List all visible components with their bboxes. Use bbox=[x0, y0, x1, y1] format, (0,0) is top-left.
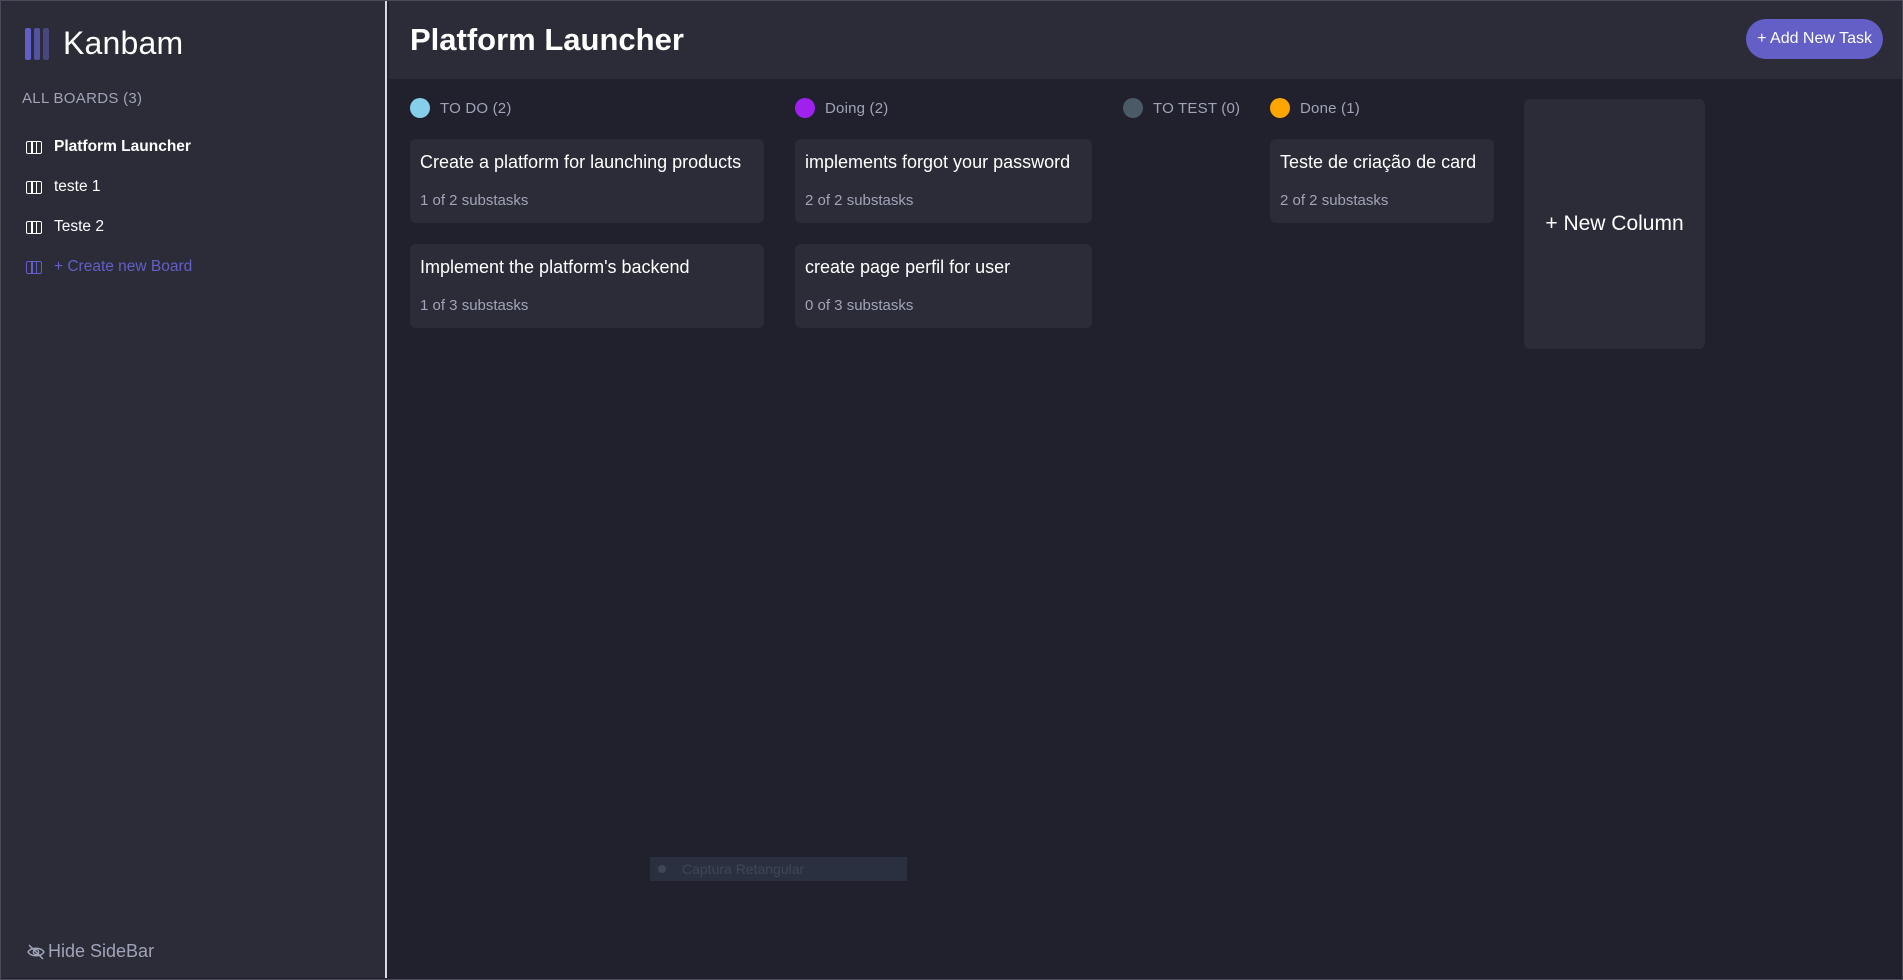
column-color-dot bbox=[1123, 98, 1143, 118]
task-subtasks: 2 of 2 substasks bbox=[805, 192, 914, 209]
column-todo: TO DO (2) Create a platform for launchin… bbox=[410, 98, 764, 328]
column-header: TO DO (2) bbox=[410, 98, 764, 118]
create-board-label: + Create new Board bbox=[54, 258, 193, 275]
column-color-dot bbox=[1270, 98, 1290, 118]
add-new-task-button[interactable]: + Add New Task bbox=[1746, 19, 1883, 59]
screen-capture-overlay: Captura Retangular bbox=[650, 857, 907, 881]
task-subtasks: 0 of 3 substasks bbox=[805, 297, 914, 314]
board-icon bbox=[26, 220, 42, 234]
board-label: teste 1 bbox=[54, 178, 101, 195]
column-title: TO TEST (0) bbox=[1153, 99, 1241, 117]
board-label: Teste 2 bbox=[54, 218, 104, 235]
board-icon bbox=[26, 260, 42, 274]
app-name: Kanbam bbox=[63, 25, 184, 61]
column-color-dot bbox=[410, 98, 430, 118]
create-board-button[interactable]: + Create new Board bbox=[26, 247, 192, 287]
column-header: Done (1) bbox=[1270, 98, 1494, 118]
task-title: Implement the platform's backend bbox=[420, 257, 690, 277]
new-column-button[interactable]: + New Column bbox=[1524, 99, 1705, 349]
column-done: Done (1) Teste de criação de card 2 of 2… bbox=[1270, 98, 1494, 223]
column-header: TO TEST (0) bbox=[1123, 98, 1248, 118]
eye-slash-icon bbox=[27, 943, 45, 960]
column-doing: Doing (2) implements forgot your passwor… bbox=[795, 98, 1092, 328]
column-title: TO DO (2) bbox=[440, 99, 512, 117]
task-title: implements forgot your password bbox=[805, 152, 1071, 172]
board-header: Platform Launcher + Add New Task bbox=[389, 1, 1902, 79]
column-to-test: TO TEST (0) bbox=[1123, 98, 1248, 118]
task-card[interactable]: create page perfil for user 0 of 3 subst… bbox=[795, 244, 1092, 328]
task-subtasks: 1 of 3 substasks bbox=[420, 297, 529, 314]
column-title: Done (1) bbox=[1300, 99, 1360, 117]
capture-label: Captura Retangular bbox=[682, 861, 805, 877]
sidebar-board-teste-1[interactable]: teste 1 bbox=[26, 167, 192, 207]
sidebar: Kanbam ALL BOARDS (3) Platform Launcher … bbox=[1, 1, 387, 978]
app-logo: Kanbam bbox=[25, 25, 183, 62]
task-subtasks: 1 of 2 substasks bbox=[420, 192, 529, 209]
column-header: Doing (2) bbox=[795, 98, 1092, 118]
board-icon bbox=[26, 180, 42, 194]
board-label: Platform Launcher bbox=[54, 138, 191, 155]
page-title: Platform Launcher bbox=[410, 22, 684, 57]
task-card[interactable]: Teste de criação de card 2 of 2 substask… bbox=[1270, 139, 1494, 223]
board-list: Platform Launcher teste 1 Teste 2 + Crea… bbox=[26, 127, 192, 287]
hide-sidebar-label: Hide SideBar bbox=[48, 941, 155, 961]
sidebar-board-platform-launcher[interactable]: Platform Launcher bbox=[26, 127, 192, 167]
hide-sidebar-button[interactable]: Hide SideBar bbox=[26, 941, 154, 962]
boards-heading: ALL BOARDS (3) bbox=[22, 90, 143, 107]
logo-icon bbox=[25, 27, 49, 60]
task-subtasks: 2 of 2 substasks bbox=[1280, 192, 1389, 209]
task-card[interactable]: Implement the platform's backend 1 of 3 … bbox=[410, 244, 764, 328]
column-title: Doing (2) bbox=[825, 99, 889, 117]
task-card[interactable]: Create a platform for launching products… bbox=[410, 139, 764, 223]
board-icon bbox=[26, 140, 42, 154]
task-card[interactable]: implements forgot your password 2 of 2 s… bbox=[795, 139, 1092, 223]
task-title: create page perfil for user bbox=[805, 257, 1011, 277]
sidebar-board-teste-2[interactable]: Teste 2 bbox=[26, 207, 192, 247]
record-icon bbox=[658, 865, 666, 873]
task-title: Create a platform for launching products bbox=[420, 152, 742, 172]
task-title: Teste de criação de card bbox=[1280, 152, 1477, 172]
column-color-dot bbox=[795, 98, 815, 118]
